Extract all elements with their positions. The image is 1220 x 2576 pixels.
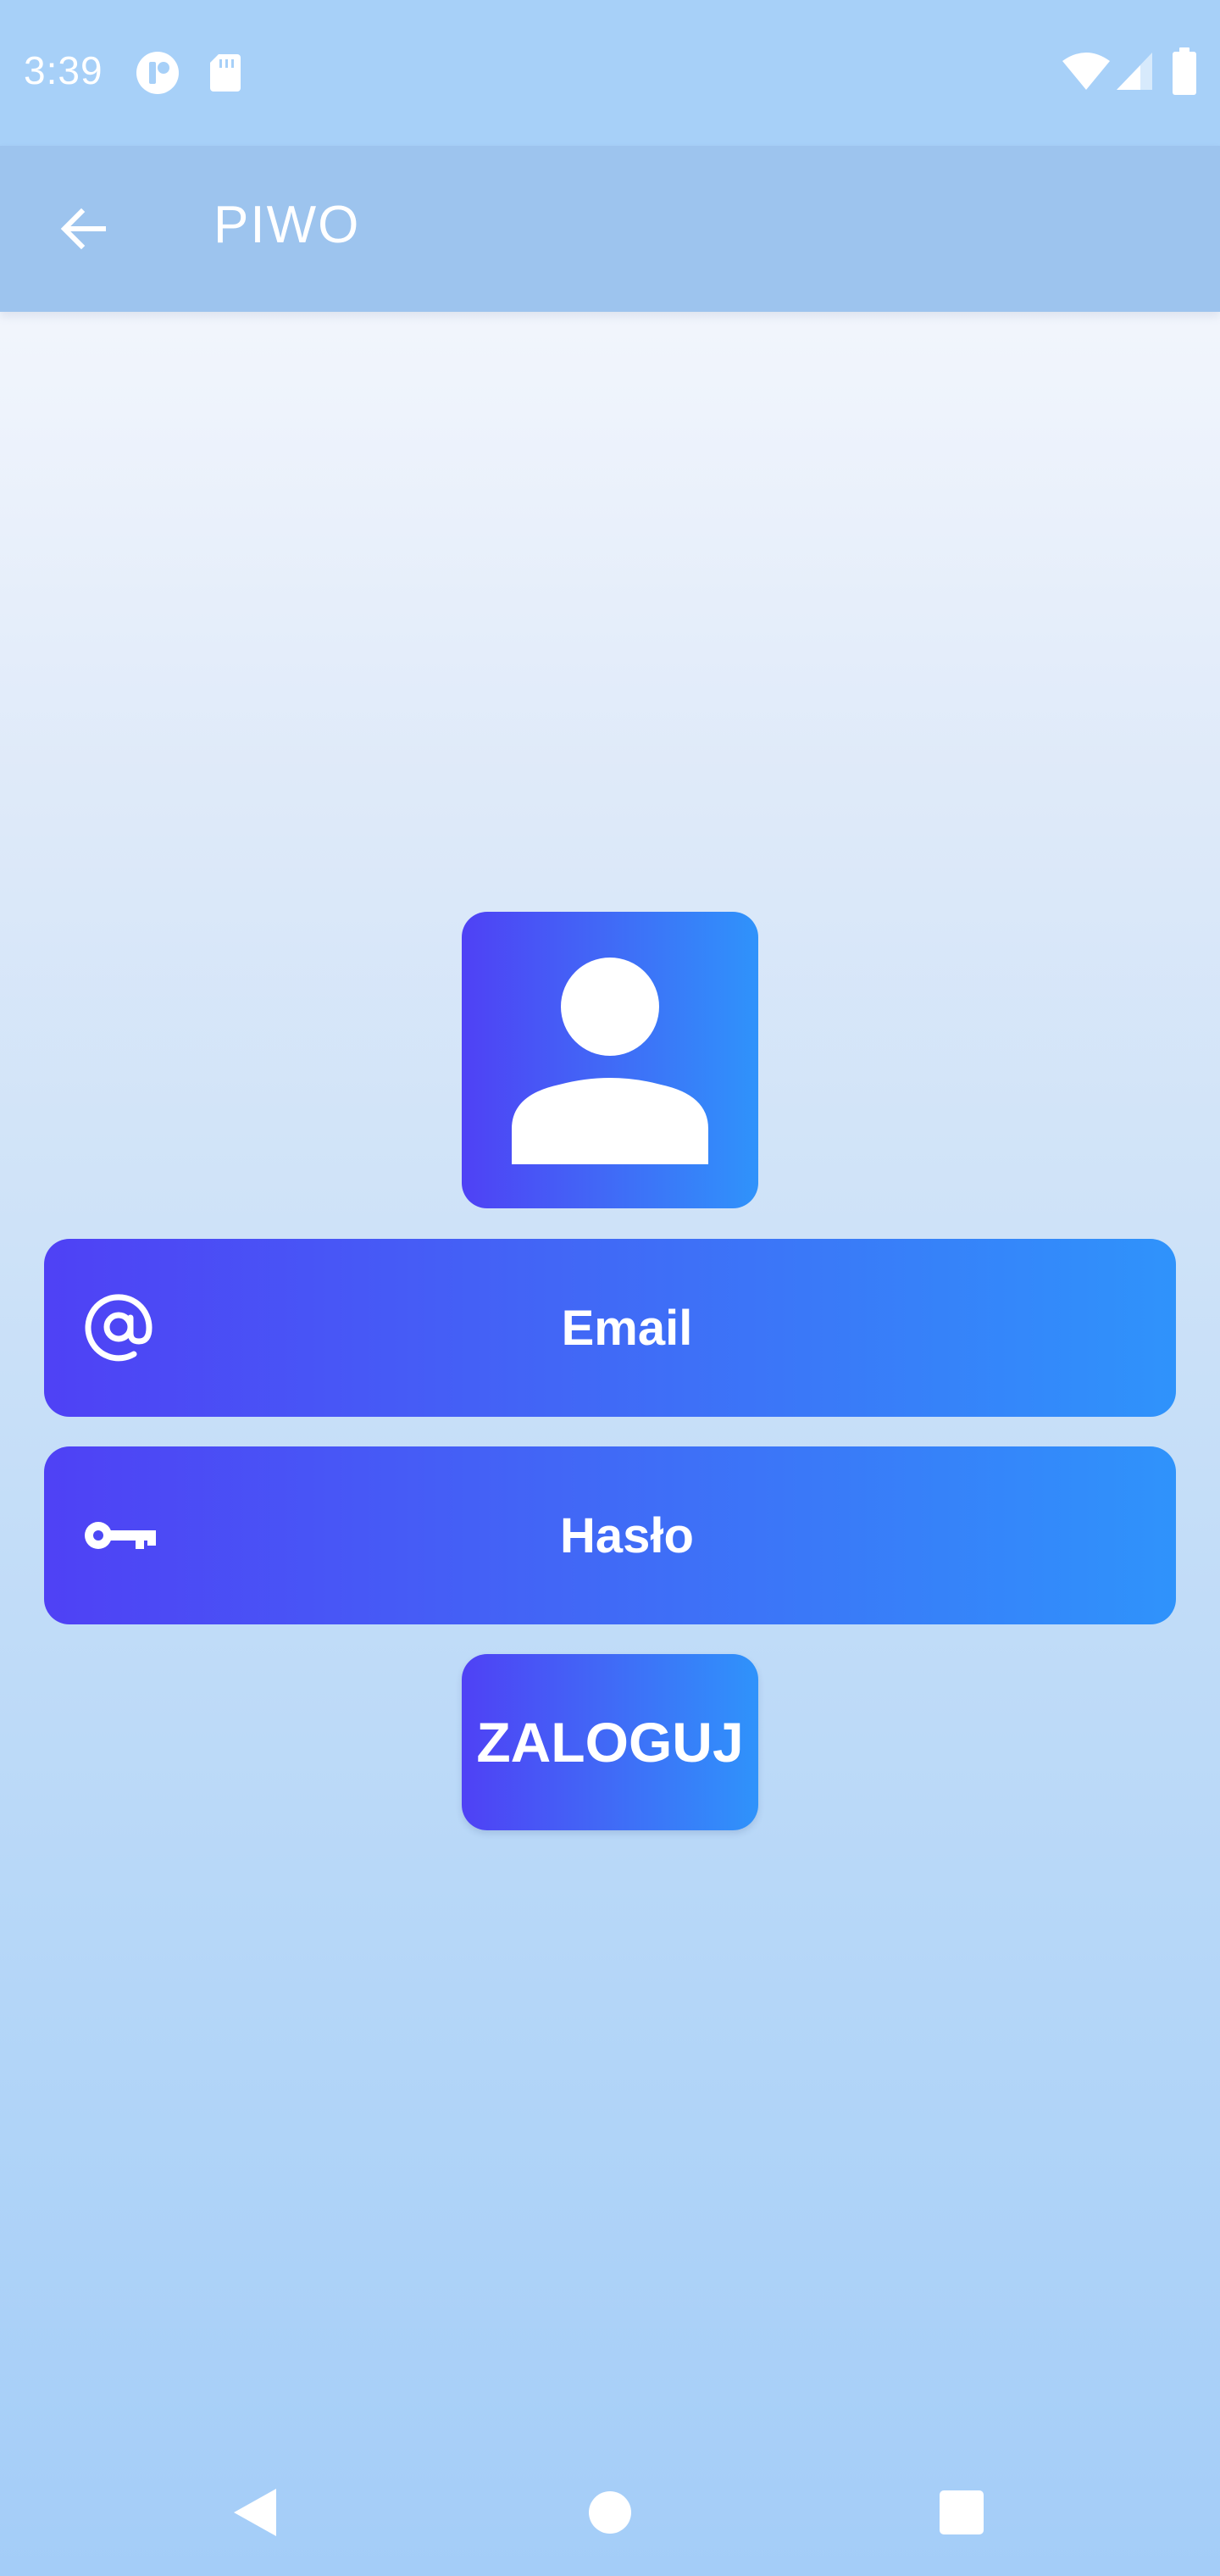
nav-home-icon bbox=[588, 2490, 632, 2534]
password-field[interactable]: Hasło bbox=[44, 1446, 1176, 1624]
navigation-bar bbox=[0, 2449, 1220, 2576]
wifi-icon bbox=[1061, 51, 1112, 92]
back-button[interactable] bbox=[42, 188, 124, 269]
nav-home-button[interactable] bbox=[563, 2466, 657, 2559]
app-notification-icon bbox=[136, 51, 180, 95]
nav-recents-icon bbox=[938, 2489, 985, 2536]
nav-back-button[interactable] bbox=[208, 2466, 301, 2559]
battery-icon bbox=[1173, 47, 1196, 95]
nav-recents-button[interactable] bbox=[915, 2466, 1008, 2559]
password-field-label: Hasło bbox=[560, 1507, 694, 1563]
signal-icon bbox=[1115, 51, 1154, 92]
email-field[interactable]: Email bbox=[44, 1239, 1176, 1417]
app-bar: PIWO bbox=[0, 146, 1220, 312]
login-button[interactable]: ZALOGUJ bbox=[462, 1654, 758, 1830]
person-icon bbox=[508, 956, 712, 1164]
nav-back-icon bbox=[229, 2485, 280, 2540]
arrow-back-icon bbox=[58, 203, 108, 254]
email-field-label: Email bbox=[561, 1300, 693, 1356]
avatar-box bbox=[462, 912, 758, 1208]
status-bar: 3:39 bbox=[0, 0, 1220, 146]
sd-card-icon bbox=[208, 53, 242, 93]
status-time: 3:39 bbox=[24, 48, 103, 92]
page-title: PIWO bbox=[214, 196, 361, 254]
